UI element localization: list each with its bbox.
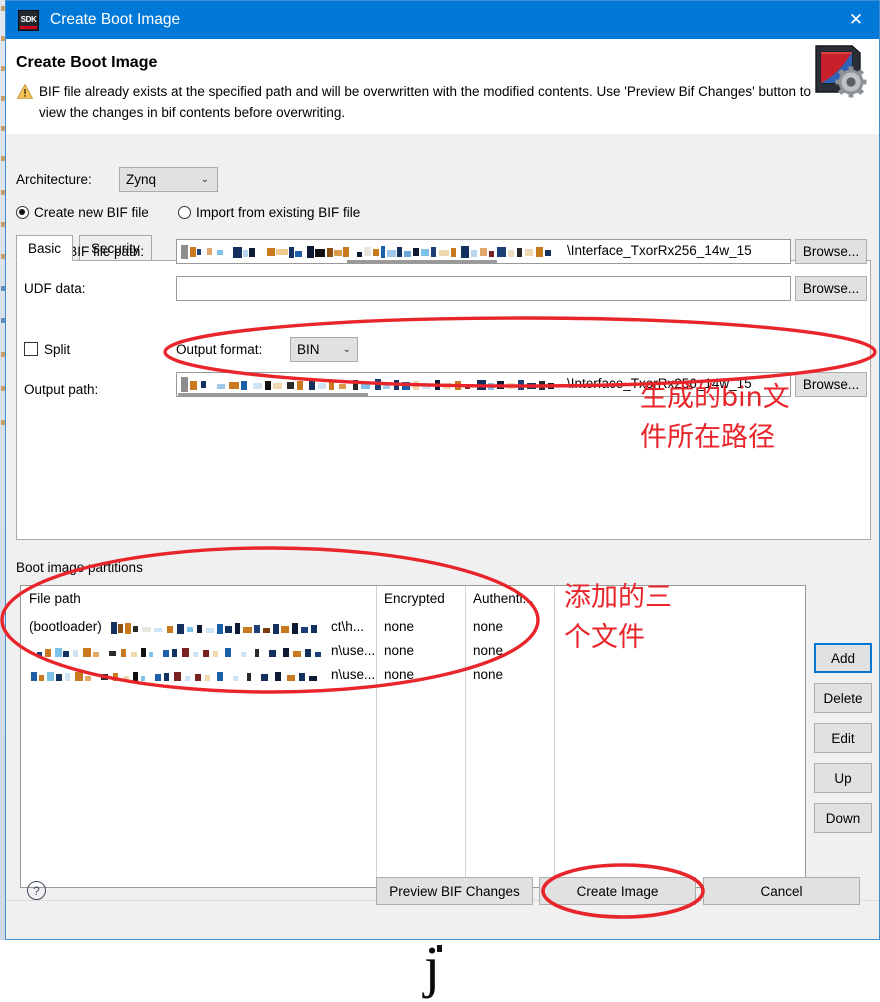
architecture-value: Zynq xyxy=(126,172,157,187)
row-file-path-tail: n\use... xyxy=(331,667,376,682)
radio-import-existing-bif[interactable]: Import from existing BIF file xyxy=(178,205,360,220)
row-file-path-tail: ct\h... xyxy=(331,619,365,634)
udf-data-input[interactable] xyxy=(176,276,791,301)
radio-create-new-bif-label: Create new BIF file xyxy=(34,205,149,220)
column-header-encrypted[interactable]: Encrypted xyxy=(384,591,445,606)
output-format-select[interactable]: BIN ⌄ xyxy=(290,337,358,362)
annotation-output-path-note: 生成的bin文 件所在路径 xyxy=(640,382,790,453)
row-file-path-prefix: (bootloader) xyxy=(29,619,102,634)
output-format-value: BIN xyxy=(297,342,320,357)
page-title: Create Boot Image xyxy=(16,54,158,71)
down-button[interactable]: Down xyxy=(814,803,872,833)
row-encrypted: none xyxy=(384,643,415,658)
architecture-label: Architecture: xyxy=(16,172,92,187)
column-header-authentication[interactable]: Authenti... xyxy=(473,591,534,606)
sdk-icon-label: SDK xyxy=(20,15,37,24)
boot-image-partitions-label: Boot image partitions xyxy=(16,560,143,575)
split-checkbox[interactable] xyxy=(24,342,38,356)
dialog-title-bar: SDK Create Boot Image ✕ xyxy=(6,1,879,39)
chevron-down-icon: ⌄ xyxy=(200,174,209,185)
tab-basic[interactable]: Basic xyxy=(16,235,74,261)
row-encrypted: none xyxy=(384,667,415,682)
sdk-product-icon xyxy=(811,42,867,98)
sdk-icon: SDK xyxy=(18,9,39,31)
warning-triangle-icon xyxy=(16,83,34,99)
edit-button[interactable]: Edit xyxy=(814,723,872,753)
split-label: Split xyxy=(44,342,71,357)
create-image-button[interactable]: Create Image xyxy=(539,877,696,905)
row-authentication: none xyxy=(473,619,504,634)
architecture-select[interactable]: Zynq ⌄ xyxy=(119,167,218,192)
radio-import-existing-bif-label: Import from existing BIF file xyxy=(196,205,361,220)
close-icon[interactable]: ✕ xyxy=(833,1,879,39)
preview-bif-changes-button[interactable]: Preview BIF Changes xyxy=(376,877,533,905)
output-bif-path-value: \Interface_TxorRx256_14w_15 xyxy=(567,243,752,258)
output-path-label: Output path: xyxy=(24,382,99,397)
create-boot-image-dialog: SDK Create Boot Image ✕ Create Boot Imag… xyxy=(5,0,880,940)
row-file-path-tail: n\use... xyxy=(331,643,376,658)
row-encrypted: none xyxy=(384,619,415,634)
output-format-label: Output format: xyxy=(176,342,263,357)
up-button[interactable]: Up xyxy=(814,763,872,793)
help-icon[interactable]: ? xyxy=(27,881,46,900)
column-header-file-path[interactable]: File path xyxy=(29,591,81,606)
browse-udf-button[interactable]: Browse... xyxy=(795,276,867,301)
annotation-files-note: 添加的三 个文件 xyxy=(564,582,672,653)
udf-data-label: UDF data: xyxy=(24,281,86,296)
partition-action-buttons: Add Delete Edit Up Down xyxy=(814,643,872,843)
radio-create-new-bif-indicator xyxy=(16,206,29,219)
warning-message: BIF file already exists at the specified… xyxy=(39,84,812,120)
background-stray-letter: j xyxy=(424,934,441,999)
output-bif-path-input[interactable]: \Interface_TxorRx256_14w_15 xyxy=(176,239,791,264)
dialog-title: Create Boot Image xyxy=(50,11,181,28)
cancel-button[interactable]: Cancel xyxy=(703,877,860,905)
browse-bif-button[interactable]: Browse... xyxy=(795,239,867,264)
radio-import-existing-bif-indicator xyxy=(178,206,191,219)
row-authentication: none xyxy=(473,667,504,682)
add-button[interactable]: Add xyxy=(814,643,872,673)
sdk-icon-underline xyxy=(20,25,37,29)
row-authentication: none xyxy=(473,643,504,658)
dialog-body: Create Boot Image BIF file already exist… xyxy=(6,39,879,939)
chevron-down-icon: ⌄ xyxy=(342,344,351,355)
table-row[interactable]: n\use... none none xyxy=(21,665,805,689)
radio-create-new-bif[interactable]: Create new BIF file xyxy=(16,205,149,220)
delete-button[interactable]: Delete xyxy=(814,683,872,713)
